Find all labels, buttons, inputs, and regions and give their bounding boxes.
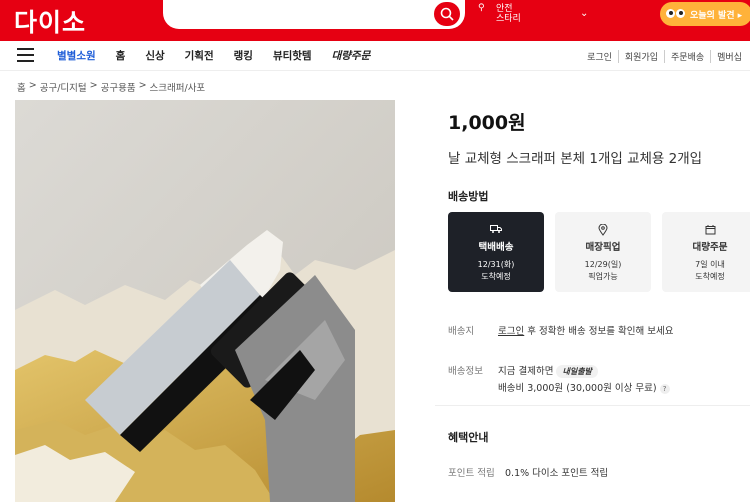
today-discover-button[interactable]: 오늘의 발견 ▸ (660, 2, 750, 26)
points-value: 0.1% 다이소 포인트 적립 (505, 468, 609, 479)
delivery-method-title: 배송방법 (448, 190, 489, 203)
discover-label: 오늘의 발견 ▸ (690, 10, 743, 21)
location-line-2: 스타리 (496, 14, 521, 24)
nav-items: 별별소원 홈 신상 기획전 랭킹 뷰티핫템 대량주문 (57, 48, 390, 63)
delivery-option-store-pickup[interactable]: 매장픽업 12/29(일) 픽업가능 (555, 212, 651, 292)
breadcrumb-scraper[interactable]: 스크래퍼/사포 (150, 80, 206, 94)
nav-item-home[interactable]: 홈 (116, 48, 126, 63)
breadcrumb-separator: > (89, 80, 98, 91)
ship-info-label: 배송정보 (448, 366, 483, 377)
util-links: 로그인 회원가입 주문배송 멤버십 (581, 50, 748, 63)
product-title: 날 교체형 스크래퍼 본체 1개입 교체용 2개입 (448, 151, 703, 167)
nav-item-beauty[interactable]: 뷰티핫템 (273, 48, 312, 63)
option-date: 7일 이내 (695, 260, 725, 269)
store-location[interactable]: 안전 스타리 (496, 4, 521, 24)
eyes-icon (666, 7, 686, 21)
benefits-title: 혜택안내 (448, 431, 489, 444)
truck-icon (448, 224, 544, 236)
search-input[interactable] (163, 0, 465, 29)
box-icon (662, 224, 750, 236)
divider (435, 405, 750, 406)
points-label: 포인트 적립 (448, 468, 495, 479)
option-date: 12/29(일) (584, 260, 622, 269)
chevron-down-icon[interactable]: ⌄ (580, 8, 588, 19)
ship-info-line2: 배송비 3,000원 (30,000원 이상 무료)? (498, 380, 670, 394)
breadcrumb-tool-supplies[interactable]: 공구용품 (101, 80, 136, 94)
nav-item-new[interactable]: 신상 (145, 48, 164, 63)
location-pin-icon: ⚲ (478, 3, 485, 13)
delivery-option-parcel[interactable]: 택배배송 12/31(화) 도착예정 (448, 212, 544, 292)
breadcrumb: 홈 > 공구/디지털 > 공구용품 > 스크래퍼/사포 (17, 80, 205, 94)
breadcrumb-tools[interactable]: 공구/디지털 (40, 80, 87, 94)
search-button[interactable] (432, 0, 462, 28)
nav-item-ranking[interactable]: 랭킹 (234, 48, 253, 63)
ship-to-value: 로그인 후 정확한 배송 정보를 확인해 보세요 (498, 323, 673, 337)
ship-to-text: 후 정확한 배송 정보를 확인해 보세요 (524, 326, 674, 337)
shipping-fee-text: 배송비 3,000원 (30,000원 이상 무료) (498, 383, 657, 394)
location-line-1: 안전 (496, 4, 513, 14)
orders-link[interactable]: 주문배송 (664, 50, 710, 63)
product-image[interactable] (15, 100, 395, 502)
option-note: 도착예정 (695, 272, 725, 281)
search-icon (440, 7, 454, 21)
location-pin-icon (555, 224, 651, 236)
signup-link[interactable]: 회원가입 (617, 50, 664, 63)
option-date: 12/31(화) (477, 260, 515, 269)
login-link[interactable]: 로그인 (581, 50, 618, 63)
nav-item-promotions[interactable]: 기획전 (185, 48, 214, 63)
breadcrumb-separator: > (28, 80, 37, 91)
option-name: 대량주문 (692, 242, 728, 253)
option-name: 택배배송 (478, 242, 514, 253)
delivery-option-bulk-order[interactable]: 대량주문 7일 이내도착예정 (662, 212, 750, 292)
help-icon[interactable]: ? (659, 384, 670, 394)
pay-now-text: 지금 결제하면 (498, 366, 554, 377)
top-header: 다이소 ⚲ 안전 스타리 ⌄ 오늘의 발견 ▸ (0, 0, 750, 41)
nav-item-wishes[interactable]: 별별소원 (57, 48, 96, 63)
ship-info-line1: 지금 결제하면 내일출발 (498, 363, 598, 378)
main-nav: 별별소원 홈 신상 기획전 랭킹 뷰티핫템 대량주문 로그인 회원가입 주문배송… (0, 41, 750, 71)
nav-item-bulk-order[interactable]: 대량주문 (332, 48, 371, 63)
breadcrumb-home[interactable]: 홈 (17, 80, 26, 94)
breadcrumb-separator: > (138, 80, 147, 91)
menu-icon[interactable] (17, 48, 34, 62)
option-name: 매장픽업 (585, 242, 621, 253)
membership-link[interactable]: 멤버십 (710, 50, 748, 63)
tomorrow-departure-badge: 내일출발 (556, 365, 598, 378)
login-link[interactable]: 로그인 (498, 326, 524, 337)
option-note: 도착예정 (481, 272, 511, 281)
option-note: 픽업가능 (588, 272, 618, 281)
product-price: 1,000원 (448, 112, 526, 134)
daiso-logo[interactable]: 다이소 (14, 3, 86, 39)
ship-to-label: 배송지 (448, 326, 475, 337)
